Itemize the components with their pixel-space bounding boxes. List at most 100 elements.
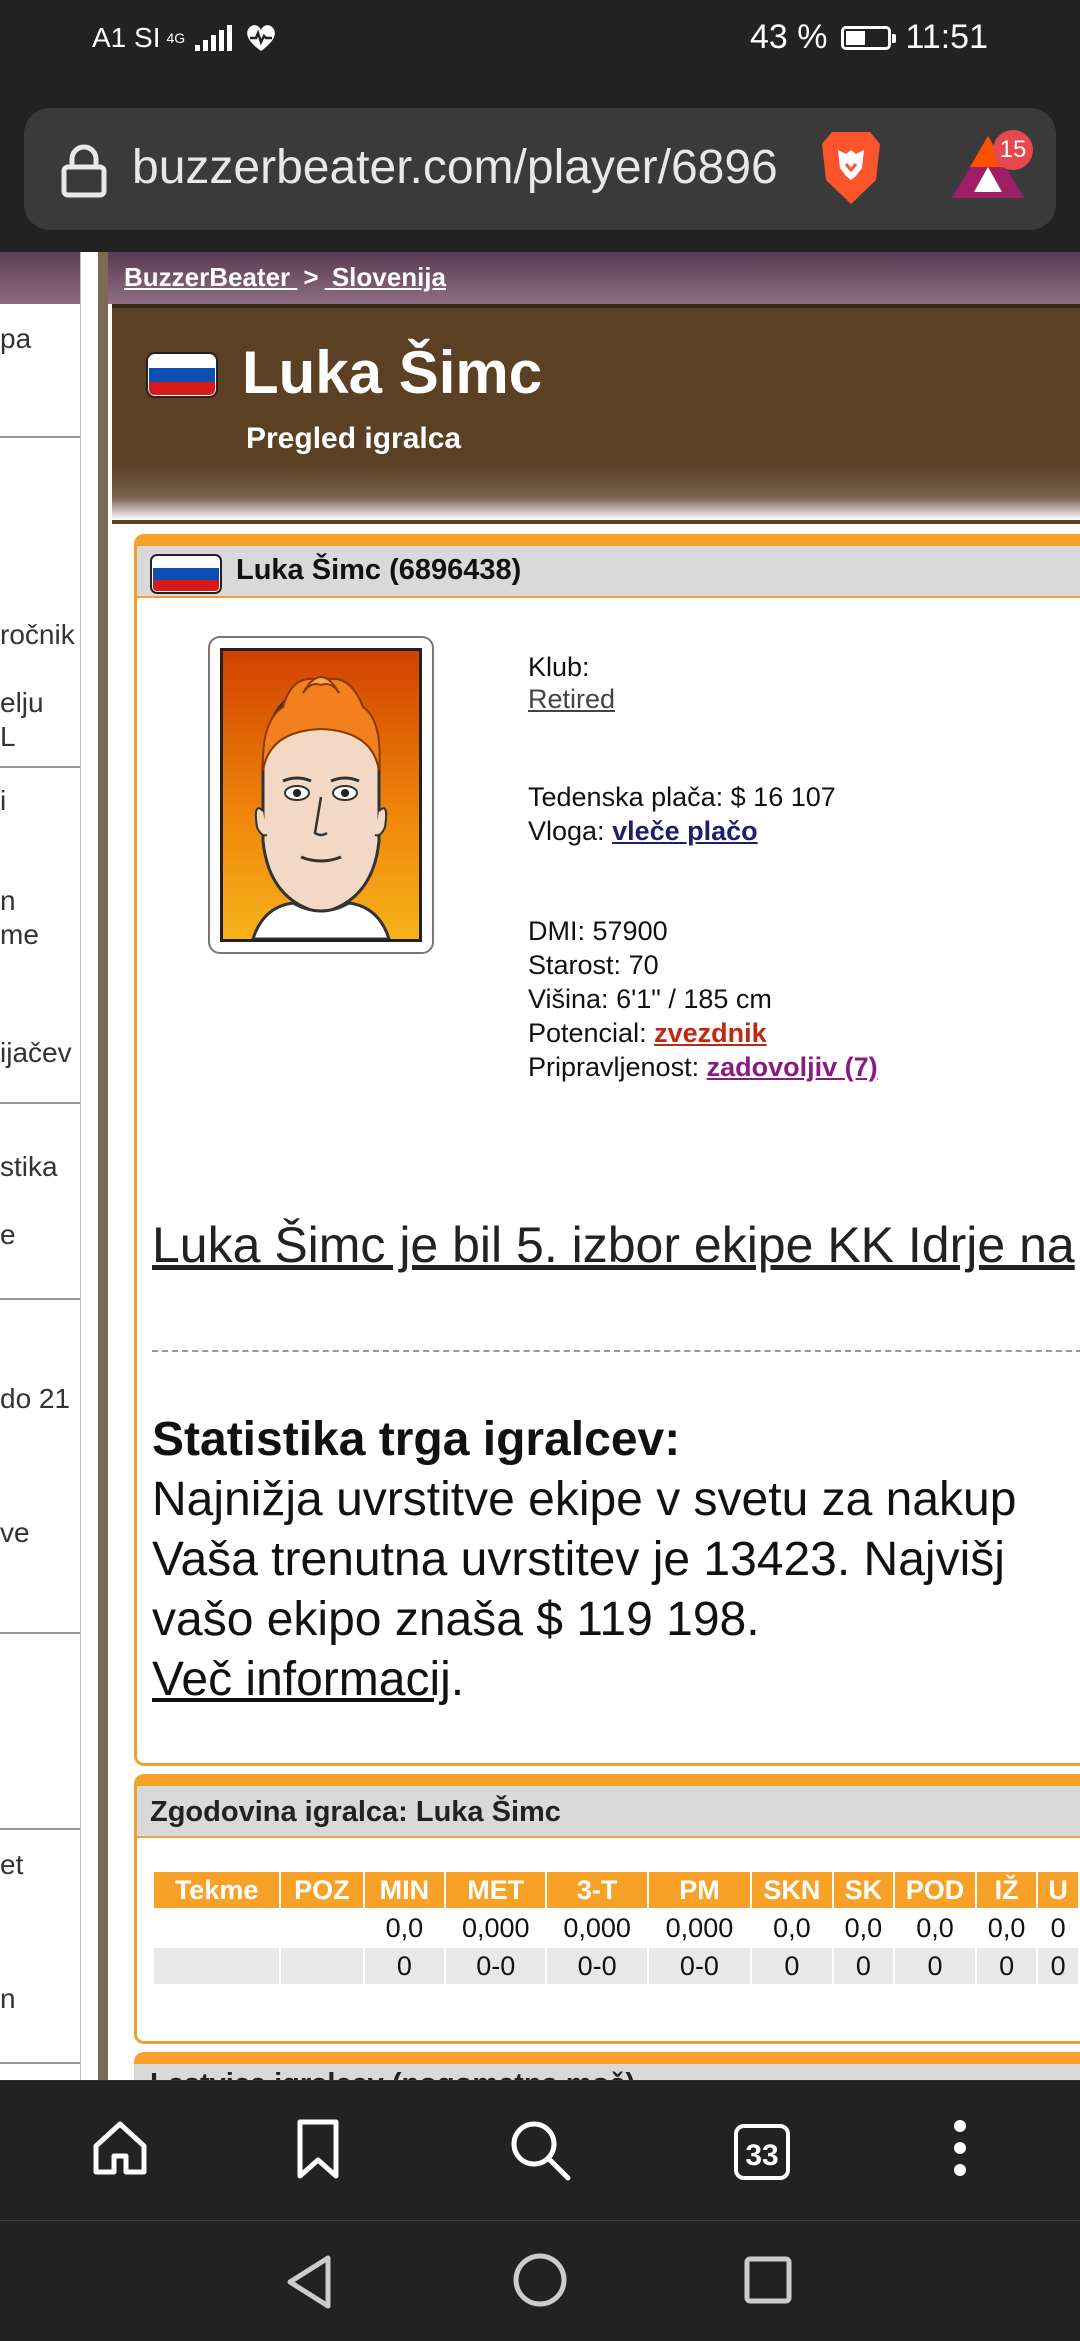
table-cell: 0,000 xyxy=(461,1912,530,1943)
table-cell: 0,000 xyxy=(665,1912,734,1943)
next-panel-heading: Lestvica igralcev (nogometna moč) xyxy=(150,2068,635,2080)
carrier-label: A1 SI xyxy=(92,22,161,53)
sidebar-item[interactable]: L xyxy=(0,720,16,754)
sidebar-item[interactable]: me xyxy=(0,918,39,952)
column-header[interactable]: U xyxy=(1038,1872,1078,1908)
sidebar-item[interactable]: n xyxy=(0,1982,16,2016)
sidebar-item[interactable]: n xyxy=(0,884,16,918)
breadcrumb-home-link[interactable]: BuzzerBeater xyxy=(124,262,290,292)
column-header[interactable]: 3-T xyxy=(547,1872,647,1908)
breadcrumb-separator: > xyxy=(303,262,319,292)
player-avatar xyxy=(208,636,434,954)
table-cell: 0 xyxy=(1050,1912,1066,1943)
table-cell xyxy=(154,1948,280,1984)
signal-icon xyxy=(195,25,233,51)
table-cell: 0 xyxy=(976,1948,1037,1984)
club-label: Klub: xyxy=(528,652,590,682)
column-header[interactable]: MIN xyxy=(364,1872,445,1908)
role-link[interactable]: vleče plačo xyxy=(612,816,758,846)
height-row: Višina: 6'1" / 185 cm xyxy=(528,984,772,1015)
column-header[interactable]: SKN xyxy=(752,1872,832,1908)
tabs-button[interactable]: 33 xyxy=(734,2124,790,2180)
table-cell: 0 xyxy=(752,1948,832,1984)
search-icon[interactable] xyxy=(508,2118,572,2182)
salary-value: $ 16 107 xyxy=(730,782,836,812)
status-right: 43 % 11:51 xyxy=(750,18,988,57)
sidebar-divider xyxy=(0,1298,80,1300)
back-icon[interactable] xyxy=(284,2254,334,2310)
avatar-image xyxy=(220,648,422,942)
column-divider xyxy=(98,252,108,2080)
page-header-fade xyxy=(112,464,1080,520)
column-header[interactable]: MET xyxy=(446,1872,546,1908)
readiness-link[interactable]: zadovoljiv (7) xyxy=(707,1052,878,1082)
table-cell: 0,0 xyxy=(385,1912,424,1943)
recents-icon[interactable] xyxy=(744,2256,792,2304)
salary-label: Tedenska plača: xyxy=(528,782,724,812)
column-header[interactable]: IŽ xyxy=(976,1872,1037,1908)
breadcrumb: BuzzerBeater > Slovenija xyxy=(124,262,446,293)
column-header[interactable]: PM xyxy=(648,1872,751,1908)
sidebar-item[interactable]: i xyxy=(0,784,6,818)
sidebar-item[interactable]: stika xyxy=(0,1150,58,1184)
breadcrumb-country-link[interactable]: Slovenija xyxy=(332,262,446,292)
health-heart-icon xyxy=(247,25,275,51)
brave-lion-icon[interactable] xyxy=(818,128,884,208)
url-text[interactable]: buzzerbeater.com/player/6896 xyxy=(132,140,792,195)
sidebar-divider xyxy=(0,766,80,768)
more-info-link[interactable]: Več informacij xyxy=(152,1653,451,1706)
sidebar-item[interactable]: et xyxy=(0,1848,23,1882)
height-label: Višina: xyxy=(528,984,609,1014)
sidebar-item[interactable]: ročnik xyxy=(0,618,75,652)
potential-label: Potencial: xyxy=(528,1018,647,1048)
potential-link[interactable]: zvezdnik xyxy=(654,1018,767,1048)
market-stats-line: Najnižja uvrstitve ekipe v svetu za naku… xyxy=(152,1473,1017,1526)
home-nav-icon[interactable] xyxy=(512,2252,568,2308)
market-stats-title: Statistika trga igralcev: xyxy=(152,1413,681,1466)
notification-badge[interactable]: 15 xyxy=(993,130,1033,170)
column-header[interactable]: Tekme xyxy=(154,1872,280,1908)
more-info-row: Več informacij. xyxy=(152,1652,464,1707)
column-header[interactable]: SK xyxy=(833,1872,894,1908)
sidebar-item[interactable]: e xyxy=(0,1218,16,1252)
age-row: Starost: 70 xyxy=(528,950,659,981)
status-left: A1 SI 4G xyxy=(92,22,278,54)
table-cell: 0-0 xyxy=(446,1948,546,1984)
sidebar-item[interactable]: elju xyxy=(0,686,44,720)
sidebar-divider xyxy=(0,1632,80,1634)
more-menu-icon[interactable] xyxy=(952,2118,968,2178)
salary-row: Tedenska plača: $ 16 107 xyxy=(528,782,836,813)
dmi-row: DMI: 57900 xyxy=(528,916,668,947)
column-header[interactable]: POZ xyxy=(281,1872,363,1908)
sidebar-item[interactable]: ve xyxy=(0,1516,30,1550)
network-type: 4G xyxy=(166,30,186,46)
player-panel-heading: Luka Šimc (6896438) xyxy=(236,554,522,586)
table-cell xyxy=(281,1910,362,1946)
column-header[interactable]: POD xyxy=(895,1872,975,1908)
age-label: Starost: xyxy=(528,950,622,980)
slovenia-flag-icon xyxy=(146,352,218,398)
readiness-label: Pripravljenost: xyxy=(528,1052,700,1082)
table-cell: 0,0 xyxy=(773,1912,811,1943)
sidebar-item[interactable]: do 21 xyxy=(0,1382,70,1416)
history-table: Tekme POZ MIN MET 3-T PM SKN SK POD IŽ U… xyxy=(152,1870,1080,1986)
club-row: Retired xyxy=(528,684,615,715)
home-icon[interactable] xyxy=(90,2118,150,2178)
bookmark-icon[interactable] xyxy=(294,2118,342,2180)
table-cell: 0 xyxy=(1038,1948,1078,1984)
slovenia-flag-icon xyxy=(150,554,222,594)
draft-info-link[interactable]: Luka Šimc je bil 5. izbor ekipe KK Idrje… xyxy=(152,1216,1075,1274)
table-cell: 0,0 xyxy=(844,1912,883,1943)
club-link[interactable]: Retired xyxy=(528,684,615,714)
lock-icon[interactable] xyxy=(58,143,110,199)
status-bar: A1 SI 4G 43 % 11:51 xyxy=(0,0,1080,84)
more-info-suffix: . xyxy=(450,1653,465,1706)
sidebar-item[interactable]: pa xyxy=(0,322,31,356)
potential-row: Potencial: zvezdnik xyxy=(528,1018,767,1049)
table-cell: 0 xyxy=(833,1948,894,1984)
market-stats-line: Vaša trenutna uvrstitev je 13423. Najviš… xyxy=(152,1533,1005,1586)
battery-percent: 43 % xyxy=(749,18,828,56)
sidebar-item[interactable]: ijačev xyxy=(0,1036,72,1070)
battery-icon xyxy=(841,25,897,50)
table-cell: 0-0 xyxy=(648,1948,751,1984)
